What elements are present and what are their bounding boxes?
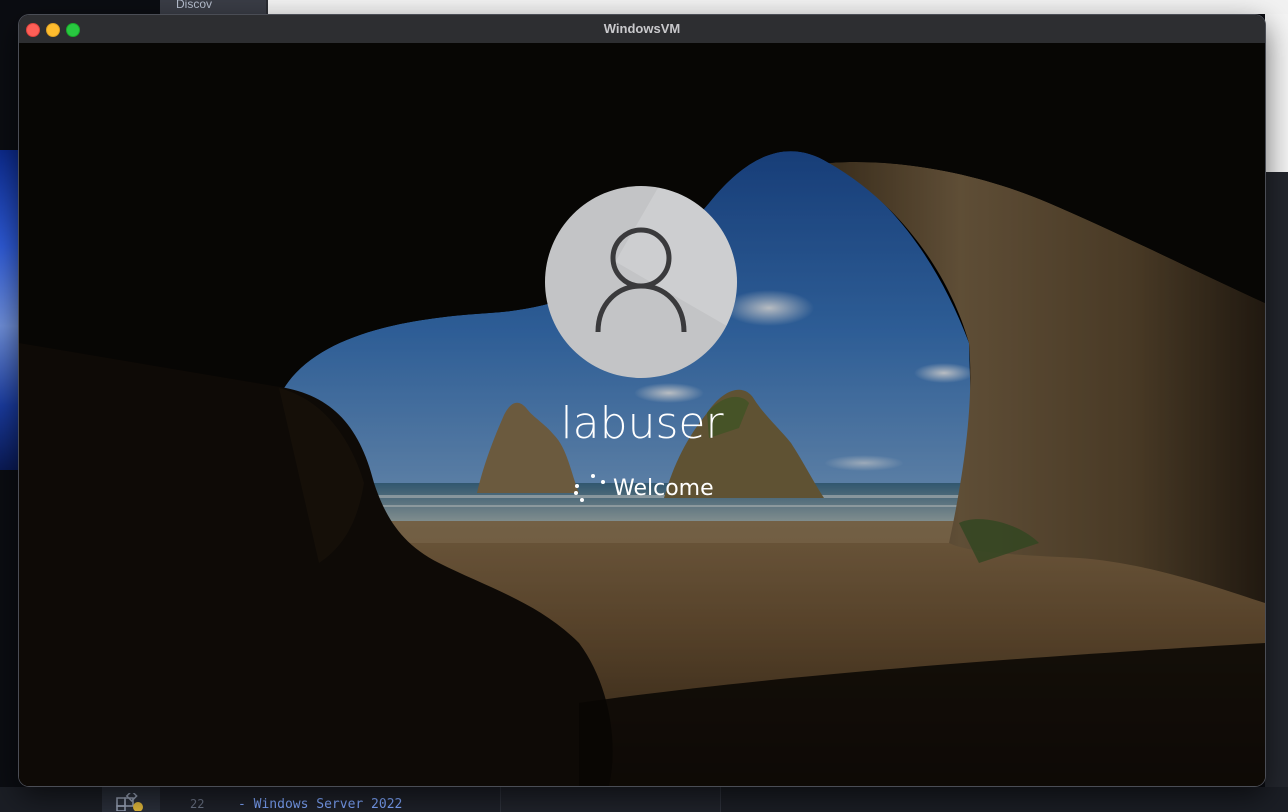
user-silhouette-icon <box>595 227 687 333</box>
background-window-edge <box>1265 14 1288 173</box>
background-window-edge-dark <box>1265 172 1288 792</box>
windows-lock-screen[interactable]: labuser Welcome <box>19 43 1265 786</box>
line-number: 22 <box>190 797 205 811</box>
editor-side-panel <box>500 787 721 812</box>
background-editor: 22 - Windows Server 2022 <box>0 787 1288 812</box>
lock-screen-username: labuser <box>560 398 724 449</box>
user-avatar[interactable] <box>545 186 737 378</box>
loading-dots-icon <box>571 473 607 503</box>
background-tab[interactable]: Discov <box>160 0 266 14</box>
welcome-text: Welcome <box>613 476 714 501</box>
vm-window: WindowsVM labuser Welcome <box>19 15 1265 786</box>
window-title: WindowsVM <box>603 21 681 36</box>
window-titlebar[interactable]: WindowsVM <box>19 15 1265 44</box>
extensions-icon[interactable] <box>116 789 146 812</box>
editor-right-panel <box>720 787 1288 812</box>
background-tab-label: Discov <box>176 0 213 11</box>
code-line: - Windows Server 2022 <box>238 797 403 812</box>
background-browser-strip <box>268 0 1288 14</box>
desktop-wallpaper-edge <box>0 150 20 470</box>
